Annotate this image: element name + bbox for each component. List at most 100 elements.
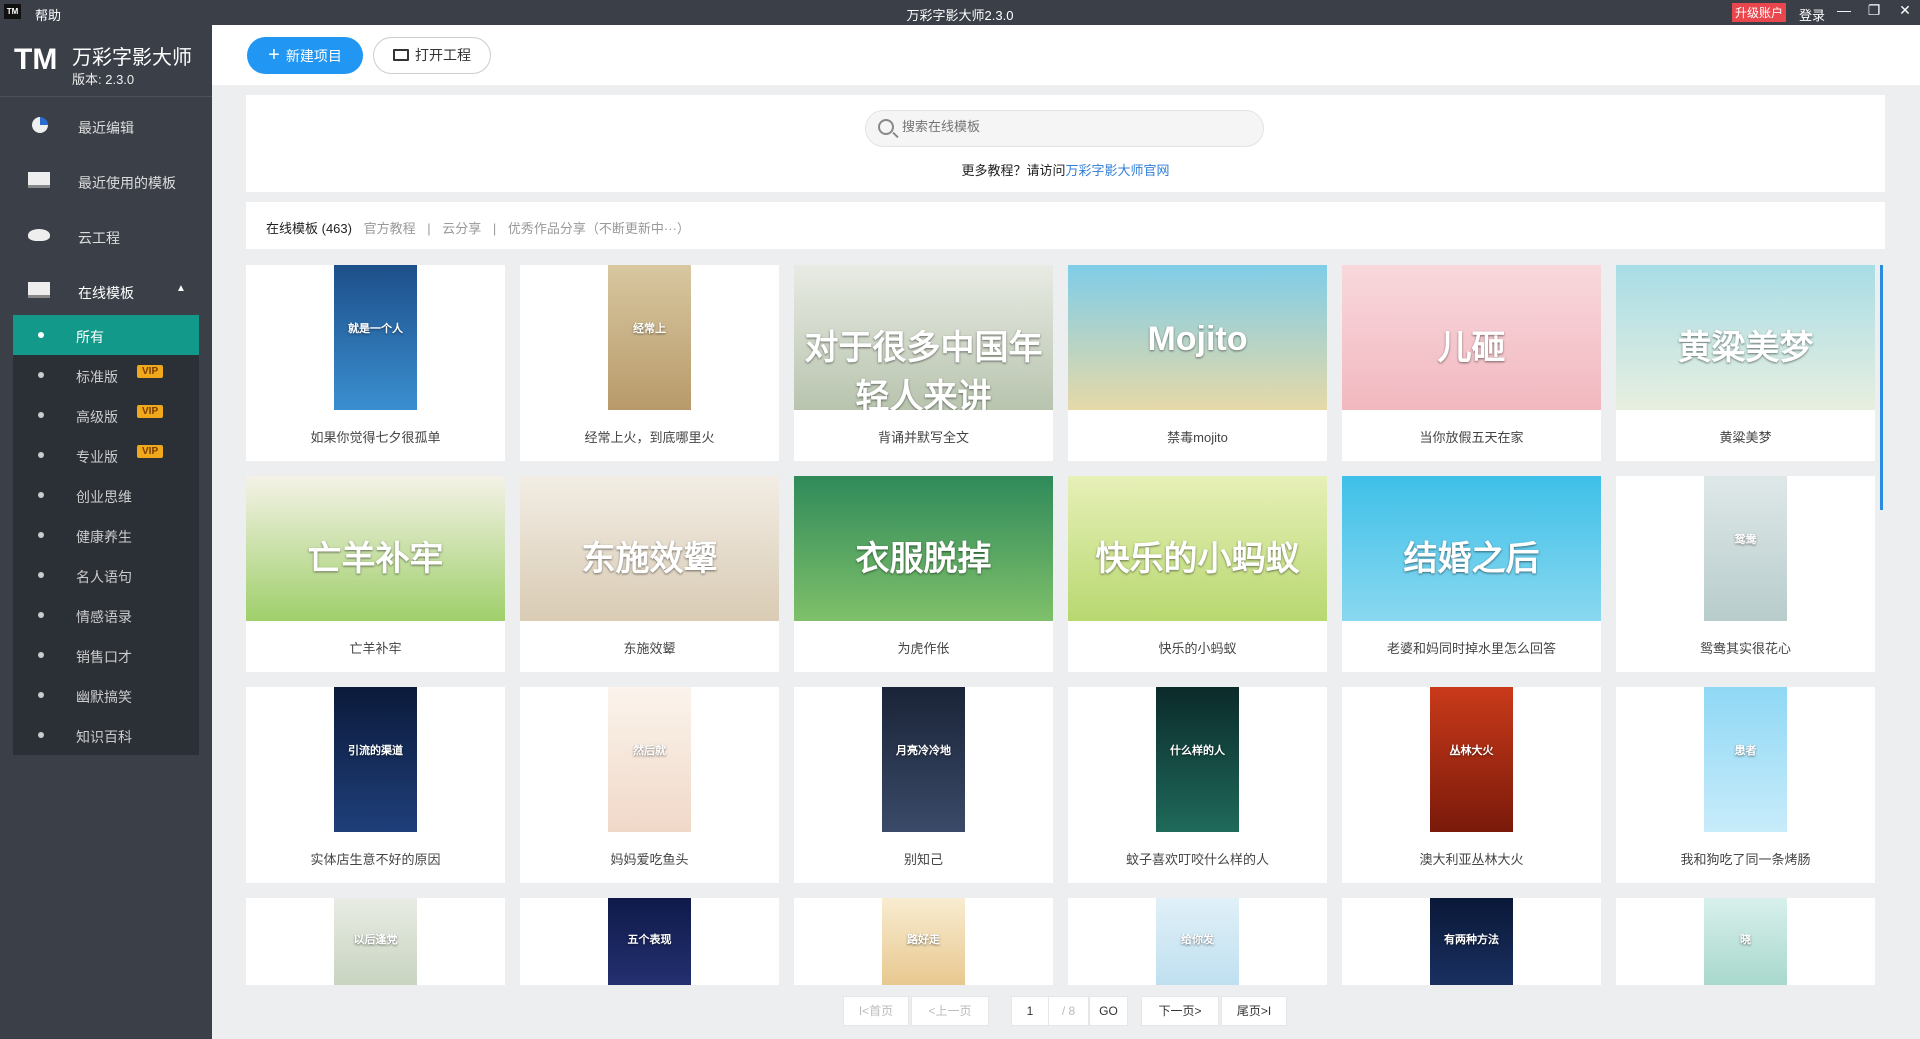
template-card[interactable]: 给你发 (1068, 898, 1327, 985)
bullet-icon (38, 612, 44, 618)
template-list-icon (28, 282, 50, 298)
sidebar-subitem[interactable]: 健康养生 (13, 515, 199, 555)
vip-badge: VIP (137, 365, 164, 378)
sidebar-subitem[interactable]: 标准版 VIP (13, 355, 199, 395)
scrollbar[interactable] (1880, 265, 1883, 510)
sidebar-subitem[interactable]: 创业思维 (13, 475, 199, 515)
close-icon[interactable]: ✕ (1895, 2, 1915, 19)
tab-cloud-share[interactable]: 云分享 (442, 221, 481, 236)
template-card[interactable]: 路好走 (794, 898, 1053, 985)
template-card[interactable]: 对于很多中国年轻人来讲 背诵并默写全文 (794, 265, 1053, 461)
sidebar-subitem[interactable]: 幽默搞笑 (13, 675, 199, 715)
template-title: 老婆和妈同时掉水里怎么回答 (1386, 641, 1556, 656)
plus-icon: + (268, 44, 280, 66)
template-card[interactable]: 患者 我和狗吃了同一条烤肠 (1616, 687, 1875, 883)
chevron-up-icon[interactable]: ▲ (176, 283, 186, 294)
next-page-button[interactable]: 下一页> (1141, 996, 1219, 1026)
template-card[interactable]: 就是一个人 如果你觉得七夕很孤单 (246, 265, 505, 461)
template-thumbnail: Mojito (1068, 265, 1327, 410)
thumbnail-caption: 东施效颦 (581, 540, 718, 579)
minimize-icon[interactable]: — (1834, 2, 1854, 18)
template-thumbnail: 然后就 (608, 687, 691, 832)
new-project-button[interactable]: + 新建项目 (247, 37, 363, 74)
upgrade-account-button[interactable]: 升级账户 (1732, 3, 1787, 22)
thumbnail-caption: 经常上 (633, 323, 666, 336)
prev-page-button[interactable]: <上一页 (911, 996, 989, 1026)
bullet-icon (38, 652, 44, 658)
template-title: 亡羊补牢 (349, 641, 402, 656)
search-input[interactable] (902, 119, 1242, 134)
template-card[interactable]: 有两种方法 (1342, 898, 1601, 985)
thumbnail-caption: 晓 (1740, 934, 1751, 947)
sidebar-item-recent-edit[interactable]: 最近编辑 (0, 101, 212, 156)
sidebar-item-cloud-project[interactable]: 云工程 (0, 211, 212, 266)
open-project-button[interactable]: 打开工程 (373, 37, 491, 74)
template-card[interactable]: 以后逢党 (246, 898, 505, 985)
template-card[interactable]: 亡羊补牢 亡羊补牢 (246, 476, 505, 672)
folder-icon (393, 49, 409, 61)
template-thumbnail: 鸳鸯 (1704, 476, 1787, 621)
template-card[interactable]: 快乐的小蚂蚁 快乐的小蚂蚁 (1068, 476, 1327, 672)
sidebar-subitem[interactable]: 高级版 VIP (13, 395, 199, 435)
sidebar-subitem[interactable]: 名人语句 (13, 555, 199, 595)
template-card[interactable]: 晓 (1616, 898, 1875, 985)
template-thumbnail: 患者 (1704, 687, 1787, 832)
template-card[interactable]: 引流的渠道 实体店生意不好的原因 (246, 687, 505, 883)
tab-online-templates[interactable]: 在线模板 (463) (266, 221, 352, 236)
template-card[interactable]: 鸳鸯 鸳鸯其实很花心 (1616, 476, 1875, 672)
template-card[interactable]: Mojito 禁毒mojito (1068, 265, 1327, 461)
new-project-label: 新建项目 (285, 48, 342, 64)
help-menu[interactable]: 帮助 (35, 5, 61, 24)
sidebar-subitem[interactable]: 专业版 VIP (13, 435, 199, 475)
vip-badge: VIP (137, 445, 164, 458)
search-box[interactable] (865, 110, 1264, 147)
thumbnail-caption: 儿砸 (1437, 329, 1506, 368)
tab-excellent-works[interactable]: 优秀作品分享（不断更新中···） (508, 221, 690, 236)
login-button[interactable]: 登录 (1799, 5, 1825, 24)
template-thumbnail: 黄粱美梦 (1616, 265, 1875, 410)
template-title: 妈妈爱吃鱼头 (610, 852, 689, 867)
template-card[interactable]: 黄粱美梦 黄粱美梦 (1616, 265, 1875, 461)
open-project-label: 打开工程 (415, 47, 471, 63)
page-number-input[interactable]: 1 (1011, 996, 1049, 1026)
template-title: 东施效颦 (623, 641, 676, 656)
template-title: 背诵并默写全文 (877, 430, 969, 445)
template-title: 澳大利亚丛林大火 (1419, 852, 1524, 867)
sidebar-item-recent-templates[interactable]: 最近使用的模板 (0, 156, 212, 211)
template-card[interactable]: 儿砸当你放假五天在家 (1342, 265, 1601, 461)
thumbnail-caption: 就是一个人 (348, 323, 403, 336)
first-page-button[interactable]: I<首页 (843, 996, 909, 1026)
template-title: 为虎作伥 (897, 641, 950, 656)
template-thumbnail: 亡羊补牢 (246, 476, 505, 621)
sidebar-subitem[interactable]: 销售口才 (13, 635, 199, 675)
last-page-button[interactable]: 尾页>I (1221, 996, 1287, 1026)
template-title: 蚊子喜欢叮咬什么样的人 (1125, 852, 1269, 867)
sidebar-subitem[interactable]: 所有 (13, 315, 199, 355)
template-card[interactable]: 结婚之后 老婆和妈同时掉水里怎么回答 (1342, 476, 1601, 672)
window-title: 万彩字影大师2.3.0 (906, 8, 1014, 23)
category-tabs-panel: 在线模板 (463) 官方教程 | 云分享 | 优秀作品分享（不断更新中···） (246, 202, 1885, 249)
template-title: 当你放假五天在家 (1419, 430, 1524, 445)
tab-official-tutorials[interactable]: 官方教程 (364, 221, 416, 236)
restore-icon[interactable]: ❐ (1864, 2, 1884, 19)
template-card[interactable]: 五个表现 (520, 898, 779, 985)
template-category-list: 所有 标准版 VIP 高级版 VIP 专业版 VIP 创业思维 健康养生 名人语句 情感语录 销售口才… (13, 315, 199, 755)
sidebar-subitem[interactable]: 知识百科 (13, 715, 199, 755)
template-card[interactable]: 月亮冷冷地 别知己 (794, 687, 1053, 883)
sidebar-subitem[interactable]: 情感语录 (13, 595, 199, 635)
official-site-link[interactable]: 万彩字影大师官网 (1066, 163, 1170, 178)
thumbnail-caption: 鸳鸯 (1734, 534, 1757, 547)
sidebar-item-online-templates[interactable]: 在线模板 ▲ (0, 266, 212, 321)
template-thumbnail: 东施效颦 (520, 476, 779, 621)
template-card[interactable]: 衣服脱掉 为虎作伥 (794, 476, 1053, 672)
go-button[interactable]: GO (1089, 996, 1128, 1026)
template-card[interactable]: 经常上 经常上火，到底哪里火 (520, 265, 779, 461)
tutorial-hint-text: 更多教程？请访问 (961, 163, 1066, 178)
template-card[interactable]: 然后就 妈妈爱吃鱼头 (520, 687, 779, 883)
page-total: / 8 (1049, 996, 1089, 1026)
bullet-icon (38, 332, 44, 338)
template-card[interactable]: 什么样的人 蚊子喜欢叮咬什么样的人 (1068, 687, 1327, 883)
template-card[interactable]: 丛林大火 澳大利亚丛林大火 (1342, 687, 1601, 883)
tab-separator: | (427, 221, 431, 236)
template-card[interactable]: 东施效颦 东施效颦 (520, 476, 779, 672)
